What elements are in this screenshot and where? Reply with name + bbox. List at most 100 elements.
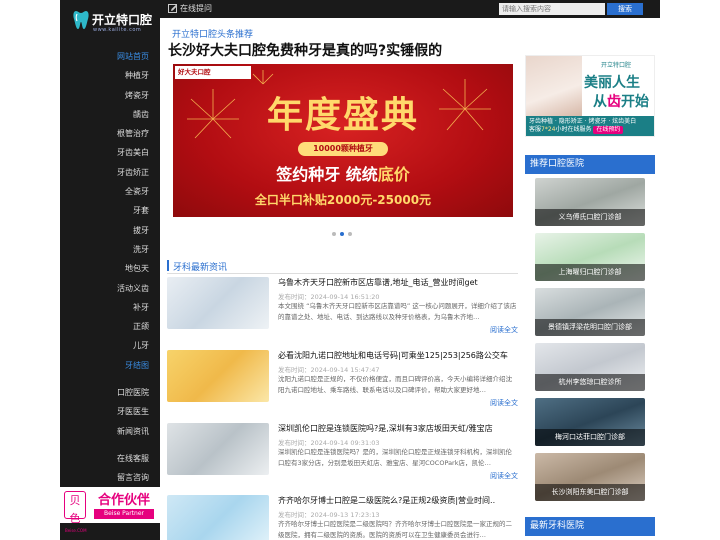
hospital-card[interactable]: 义乌傅氏口腔门诊部 <box>535 178 645 226</box>
banner-pill: 10000颗种植牙 <box>298 142 388 156</box>
hospital-name: 长沙浏阳东美口腔门诊部 <box>535 484 645 501</box>
sidebar: 开立特口腔 www.kailite.com 网站首页 种植牙 烤瓷牙 龋齿 根管治疗 牙齿… <box>60 0 160 540</box>
news-date: 发布时间：2024-09-14 16:51:20 <box>278 293 380 301</box>
news-summary: 本文围绕 “乌鲁木齐天牙口腔新市区店靠谱吗” 这一核心问题展开，详细介绍了该店的… <box>278 302 517 321</box>
hospital-card[interactable]: 长沙浏阳东美口腔门诊部 <box>535 453 645 501</box>
brand-name: 开立特口腔 <box>92 13 153 27</box>
carousel-dot[interactable] <box>332 232 336 236</box>
sidebar-item[interactable]: 牙套 <box>60 201 160 220</box>
headline-title[interactable]: 长沙好大夫口腔免费种牙是真的吗?实锤假的 <box>168 40 442 60</box>
carousel-dot[interactable] <box>348 232 352 236</box>
news-item: 深圳凯伦口腔是连锁医院吗?是,深圳有3家店坂田天虹/雅宝店 发布时间：2024-0… <box>167 423 518 495</box>
ad-service-hours: 客服7*24小时在线服务 在线预约 <box>529 126 653 134</box>
news-item: 必看沈阳九诺口腔地址和电话号码|可乘坐125|253|256路公交车 发布时间：2… <box>167 350 518 422</box>
online-question-link[interactable]: 在线提问 <box>180 3 212 14</box>
clinic-ad[interactable]: 开立特口腔 美丽人生 从齿开始 牙齿种植 · 隐形矫正 · 烤瓷牙 · 炫齿美白… <box>525 55 655 137</box>
sidebar-item[interactable]: 根管治疗 <box>60 124 160 143</box>
ad-services: 牙齿种植 · 隐形矫正 · 烤瓷牙 · 炫齿美白 <box>529 118 637 125</box>
ad-logo: 开立特口腔 <box>601 62 632 69</box>
banner-headline: 年度盛典 <box>266 94 419 136</box>
news-date: 发布时间：2024-09-14 15:47:47 <box>278 366 380 374</box>
news-thumbnail[interactable] <box>167 277 269 329</box>
sidebar-item[interactable]: 全瓷牙 <box>60 182 160 201</box>
hospitals-header: 推荐口腔医院 <box>525 155 655 174</box>
section-label[interactable]: 开立特口腔头条推荐 <box>172 27 253 40</box>
search-input[interactable] <box>499 3 605 15</box>
hospital-card[interactable]: 杭州李悠琼口腔诊所 <box>535 343 645 391</box>
online-booking-button[interactable]: 在线预约 <box>593 126 624 134</box>
news-thumbnail[interactable] <box>167 423 269 475</box>
banner-slogan: 签约种牙 统统底价 <box>276 165 410 184</box>
hospital-name: 上海曜归口腔门诊部 <box>535 264 645 281</box>
news-title[interactable]: 齐齐哈尔牙博士口腔是二级医院么?是正规2级资质|营业时间.. <box>278 495 518 506</box>
banner-clinic-logo: 好大夫口腔 <box>175 66 251 79</box>
sidebar-item[interactable]: 网站首页 <box>60 47 160 66</box>
hospital-card[interactable]: 景德镇浮梁花明口腔门诊部 <box>535 288 645 336</box>
news-section-header: 牙科最新资讯 <box>167 258 518 274</box>
hospital-card[interactable]: 梅河口达菲口腔门诊部 <box>535 398 645 446</box>
menu-divider <box>60 441 160 449</box>
section-accent-bar <box>167 260 169 271</box>
sidebar-item[interactable]: 地包天 <box>60 259 160 278</box>
sidebar-item[interactable]: 活动义齿 <box>60 279 160 298</box>
sidebar-item[interactable]: 口腔医院 <box>60 383 160 402</box>
beise-logo: 贝色 Beise.COM <box>64 491 87 533</box>
sidebar-item[interactable]: 在线客服 <box>60 449 160 468</box>
smile-photo <box>526 56 582 116</box>
sidebar-item[interactable]: 龋齿 <box>60 105 160 124</box>
sidebar-item[interactable]: 补牙 <box>60 298 160 317</box>
search-button[interactable]: 搜索 <box>607 3 643 15</box>
hospital-name: 梅河口达菲口腔门诊部 <box>535 429 645 446</box>
read-more-link[interactable]: 阅读全文 <box>490 398 518 408</box>
news-title[interactable]: 深圳凯伦口腔是连锁医院吗?是,深圳有3家店坂田天虹/雅宝店 <box>278 423 518 434</box>
news-item: 乌鲁木齐天牙口腔新市区店靠谱,地址_电话_营业时间get 发布时间：2024-09… <box>167 277 518 349</box>
sidebar-item[interactable]: 牙医医生 <box>60 402 160 421</box>
news-date: 发布时间：2024-09-14 09:31:03 <box>278 439 380 447</box>
sidebar-item[interactable]: 种植牙 <box>60 66 160 85</box>
edit-icon <box>168 4 178 13</box>
news-item: 齐齐哈尔牙博士口腔是二级医院么?是正规2级资质|营业时间.. 发布时间：2024-… <box>167 495 518 540</box>
sidebar-item[interactable]: 拔牙 <box>60 221 160 240</box>
promo-banner[interactable]: 好大夫口腔 年度盛典 10000颗种植牙 签约种牙 统统底价 全口半口补贴200… <box>173 64 513 217</box>
news-summary: 齐齐哈尔牙博士口腔医院是二级医院吗？齐齐哈尔牙博士口腔医院是一家正规的二级医院，… <box>278 520 512 539</box>
sidebar-item[interactable]: 新闻资讯 <box>60 422 160 441</box>
news-summary: 深圳凯伦口腔是连锁医院吗？是的，深圳凯伦口腔是正规连锁牙科机构，深圳凯伦口腔有3… <box>278 448 512 467</box>
sidebar-item[interactable]: 牙结图 <box>60 356 160 375</box>
menu-divider <box>60 375 160 383</box>
hospital-name: 义乌傅氏口腔门诊部 <box>535 209 645 226</box>
sidebar-item[interactable]: 洗牙 <box>60 240 160 259</box>
news-date: 发布时间：2024-09-13 17:23:13 <box>278 511 380 519</box>
latest-hospitals-header: 最新牙科医院 <box>525 517 655 536</box>
hospital-name: 景德镇浮梁花明口腔门诊部 <box>535 319 645 336</box>
news-thumbnail[interactable] <box>167 350 269 402</box>
news-summary: 沈阳九诺口腔是正规的，不仅价格便宜，而且口碑评价高，今天小编将详细介绍沈阳九诺口… <box>278 375 512 394</box>
ad-slogan-1: 美丽人生 <box>584 75 640 91</box>
carousel-dot[interactable] <box>340 232 344 236</box>
hospital-card[interactable]: 上海曜归口腔门诊部 <box>535 233 645 281</box>
top-bar: 在线提问 搜索 <box>160 0 660 18</box>
news-section-title: 牙科最新资讯 <box>173 263 228 273</box>
read-more-link[interactable]: 阅读全文 <box>490 471 518 481</box>
ad-info-strip: 牙齿种植 · 隐形矫正 · 烤瓷牙 · 炫齿美白 客服7*24小时在线服务 在线… <box>526 116 654 136</box>
hospital-name: 杭州李悠琼口腔诊所 <box>535 374 645 391</box>
sidebar-item[interactable]: 烤瓷牙 <box>60 86 160 105</box>
ad-slogan-2: 从齿开始 <box>593 94 649 110</box>
site-logo[interactable]: 开立特口腔 www.kailite.com <box>73 10 153 36</box>
sidebar-item[interactable]: 牙齿美白 <box>60 143 160 162</box>
sidebar-menu: 网站首页 种植牙 烤瓷牙 龋齿 根管治疗 牙齿美白 牙齿矫正 全瓷牙 牙套 拔牙 洗牙 地包天 活动义齿… <box>60 47 160 488</box>
news-thumbnail[interactable] <box>167 495 269 540</box>
banner-subsidy: 全口半口补贴2000元-25000元 <box>254 193 432 207</box>
news-title[interactable]: 乌鲁木齐天牙口腔新市区店靠谱,地址_电话_营业时间get <box>278 277 518 288</box>
partner-subtitle: Beise Partner <box>94 509 154 519</box>
carousel-dots <box>332 229 356 236</box>
news-title[interactable]: 必看沈阳九诺口腔地址和电话号码|可乘坐125|253|256路公交车 <box>278 350 518 361</box>
partner-title: 合作伙伴 <box>97 493 150 508</box>
brand-domain: www.kailite.com <box>93 27 142 33</box>
read-more-link[interactable]: 阅读全文 <box>490 325 518 335</box>
sidebar-item[interactable]: 正颌 <box>60 317 160 336</box>
tooth-logo-icon <box>73 11 89 29</box>
sidebar-item[interactable]: 留言咨询 <box>60 468 160 487</box>
sidebar-item[interactable]: 牙齿矫正 <box>60 163 160 182</box>
sidebar-item[interactable]: 儿牙 <box>60 336 160 355</box>
partner-banner[interactable]: 贝色 Beise.COM 合作伙伴 Beise Partner <box>60 487 160 533</box>
